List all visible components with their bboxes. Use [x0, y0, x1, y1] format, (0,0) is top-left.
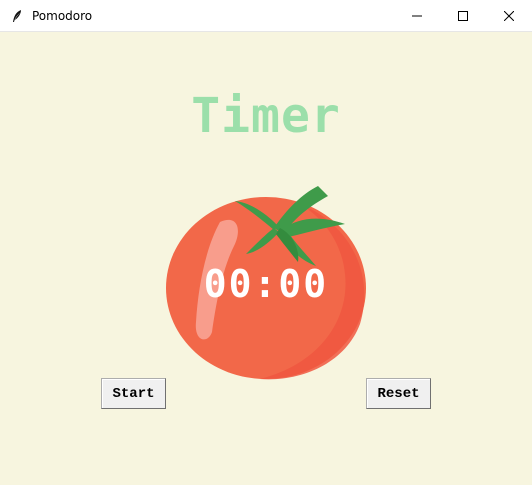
timer-display: 00:00: [203, 262, 329, 306]
minimize-icon: [412, 15, 422, 16]
maximize-icon: [458, 10, 468, 21]
timer-heading: Timer: [191, 88, 341, 144]
window-title: Pomodoro: [32, 8, 93, 23]
maximize-button[interactable]: [440, 0, 486, 31]
window-titlebar: Pomodoro: [0, 0, 532, 32]
close-icon: [504, 10, 514, 21]
close-button[interactable]: [486, 0, 532, 31]
minimize-button[interactable]: [394, 0, 440, 31]
start-button[interactable]: Start: [101, 378, 166, 409]
feather-icon: [10, 9, 24, 23]
reset-button[interactable]: Reset: [366, 378, 431, 409]
window-controls: [394, 0, 532, 31]
app-canvas: Timer 00:00 Start Reset: [0, 32, 532, 485]
